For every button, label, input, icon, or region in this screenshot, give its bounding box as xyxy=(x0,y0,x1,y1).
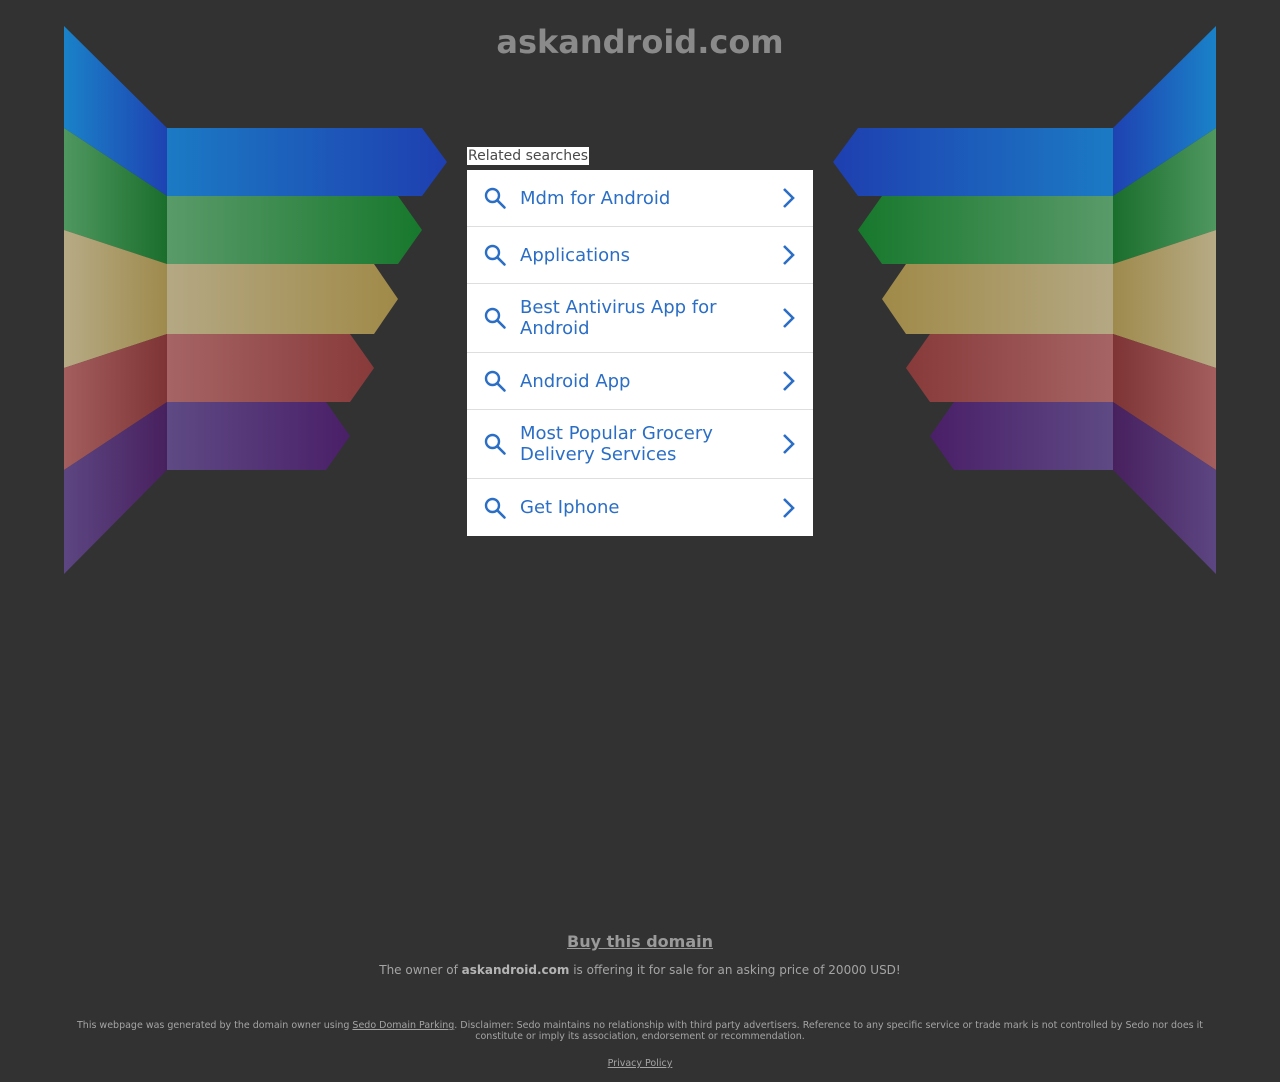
buy-domain-link[interactable]: Buy this domain xyxy=(0,932,1280,952)
related-search-item[interactable]: Mdm for Android xyxy=(467,170,813,227)
sale-notice: The owner of askandroid.com is offering … xyxy=(0,962,1280,978)
chevron-right-icon xyxy=(783,245,795,265)
privacy-policy-link[interactable]: Privacy Policy xyxy=(608,1058,673,1069)
related-searches-list: Mdm for Android Applications Best Antivi… xyxy=(467,170,813,536)
sale-notice-suffix: is offering it for sale for an asking pr… xyxy=(569,963,901,977)
search-icon xyxy=(484,497,506,519)
sale-notice-prefix: The owner of xyxy=(379,963,462,977)
chevron-right-icon xyxy=(783,188,795,208)
chevron-right-icon xyxy=(783,434,795,454)
disclaimer: This webpage was generated by the domain… xyxy=(60,1020,1220,1042)
related-search-item[interactable]: Android App xyxy=(467,353,813,410)
disclaimer-text: . Disclaimer: Sedo maintains no relation… xyxy=(454,1020,1203,1042)
sale-notice-domain: askandroid.com xyxy=(461,963,570,977)
related-search-item[interactable]: Best Antivirus App for Android xyxy=(467,284,813,353)
search-icon xyxy=(484,187,506,209)
sedo-parking-link[interactable]: Sedo Domain Parking xyxy=(352,1020,454,1031)
search-icon xyxy=(484,370,506,392)
chevron-right-icon xyxy=(783,371,795,391)
chevron-right-icon xyxy=(783,497,795,518)
search-icon xyxy=(484,244,506,266)
related-search-text: Android App xyxy=(520,370,631,392)
related-search-item[interactable]: Applications xyxy=(467,227,813,284)
search-icon xyxy=(484,307,506,329)
right-decorative-wing xyxy=(833,26,1216,574)
left-decorative-wing xyxy=(64,26,447,574)
related-search-text: Get Iphone xyxy=(520,497,620,518)
related-search-text: Best Antivirus App for Android xyxy=(520,297,717,339)
related-search-text: Applications xyxy=(520,244,630,266)
related-search-text: Most Popular Grocery Delivery Services xyxy=(520,423,713,465)
related-search-text: Mdm for Android xyxy=(520,187,671,209)
related-searches-label: Related searches xyxy=(467,147,590,165)
privacy-policy: Privacy Policy xyxy=(0,1058,1280,1070)
search-icon xyxy=(484,433,506,455)
chevron-right-icon xyxy=(783,308,795,328)
related-search-item[interactable]: Most Popular Grocery Delivery Services xyxy=(467,410,813,479)
related-search-item[interactable]: Get Iphone xyxy=(467,479,813,536)
disclaimer-prefix: This webpage was generated by the domain… xyxy=(77,1020,353,1031)
